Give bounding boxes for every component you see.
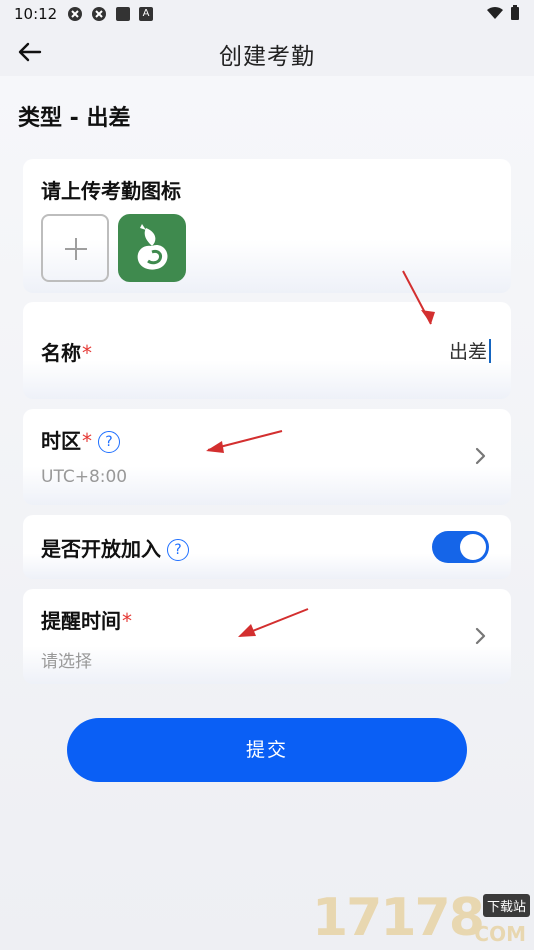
wifi-icon bbox=[487, 6, 503, 19]
required-mark: * bbox=[82, 429, 92, 453]
chevron-right-icon bbox=[475, 447, 486, 465]
page-title: 创建考勤 bbox=[219, 44, 315, 70]
reminder-label: 提醒时间* bbox=[41, 605, 132, 634]
squirrel-logo-icon bbox=[137, 224, 168, 270]
add-icon-button[interactable] bbox=[41, 214, 109, 282]
site-watermark: 17178 下载站 COM bbox=[312, 888, 534, 950]
text-cursor bbox=[489, 338, 491, 363]
a-badge-icon: A bbox=[139, 7, 153, 21]
timezone-label-text: 时区 bbox=[41, 429, 81, 453]
timezone-label: 时区*? bbox=[41, 425, 120, 454]
annotation-arrow-icon bbox=[206, 430, 283, 453]
watermark-badge: 下载站 bbox=[482, 894, 530, 917]
toggle-knob bbox=[460, 534, 486, 560]
timezone-field-card[interactable]: 时区*? UTC+8:00 bbox=[23, 409, 511, 505]
name-label: 名称* bbox=[41, 337, 92, 366]
name-input-value: 出差 bbox=[448, 341, 487, 363]
required-mark: * bbox=[82, 341, 92, 365]
chevron-right-icon bbox=[475, 627, 486, 645]
open-join-card: 是否开放加入? bbox=[23, 515, 511, 579]
battery-icon bbox=[511, 5, 519, 20]
help-icon[interactable]: ? bbox=[98, 431, 120, 453]
status-time: 10:12 bbox=[14, 5, 58, 23]
sync-icon bbox=[68, 7, 82, 21]
timezone-value: UTC+8:00 bbox=[41, 467, 128, 487]
name-input[interactable]: 出差 bbox=[449, 337, 491, 364]
app-bar: 创建考勤 bbox=[0, 28, 534, 76]
name-label-text: 名称 bbox=[41, 341, 81, 365]
help-icon[interactable]: ? bbox=[167, 539, 189, 561]
square-icon bbox=[116, 7, 130, 21]
attendance-type-label: 类型 - 出差 bbox=[18, 106, 131, 131]
reminder-label-text: 提醒时间 bbox=[41, 609, 121, 633]
watermark-number: 17178 bbox=[312, 888, 485, 948]
annotation-arrow-icon bbox=[238, 608, 309, 637]
status-bar: 10:12 A bbox=[0, 0, 534, 28]
reminder-placeholder: 请选择 bbox=[41, 652, 92, 672]
submit-button[interactable]: 提交 bbox=[67, 718, 467, 782]
open-join-label-text: 是否开放加入 bbox=[41, 537, 161, 561]
annotation-arrow-icon bbox=[402, 270, 435, 325]
open-join-toggle[interactable] bbox=[432, 531, 489, 563]
upload-label: 请上传考勤图标 bbox=[41, 179, 181, 203]
status-system-icons bbox=[486, 5, 520, 21]
status-notification-icons: A bbox=[67, 6, 153, 22]
sync-icon bbox=[92, 7, 106, 21]
open-join-label: 是否开放加入? bbox=[41, 533, 189, 562]
required-mark: * bbox=[122, 609, 132, 633]
uploaded-app-icon[interactable] bbox=[118, 214, 186, 282]
form-content: 类型 - 出差 请上传考勤图标 名称* 出差 时区*? UTC+8:00 是否开… bbox=[0, 76, 534, 950]
watermark-domain: COM bbox=[474, 922, 526, 946]
